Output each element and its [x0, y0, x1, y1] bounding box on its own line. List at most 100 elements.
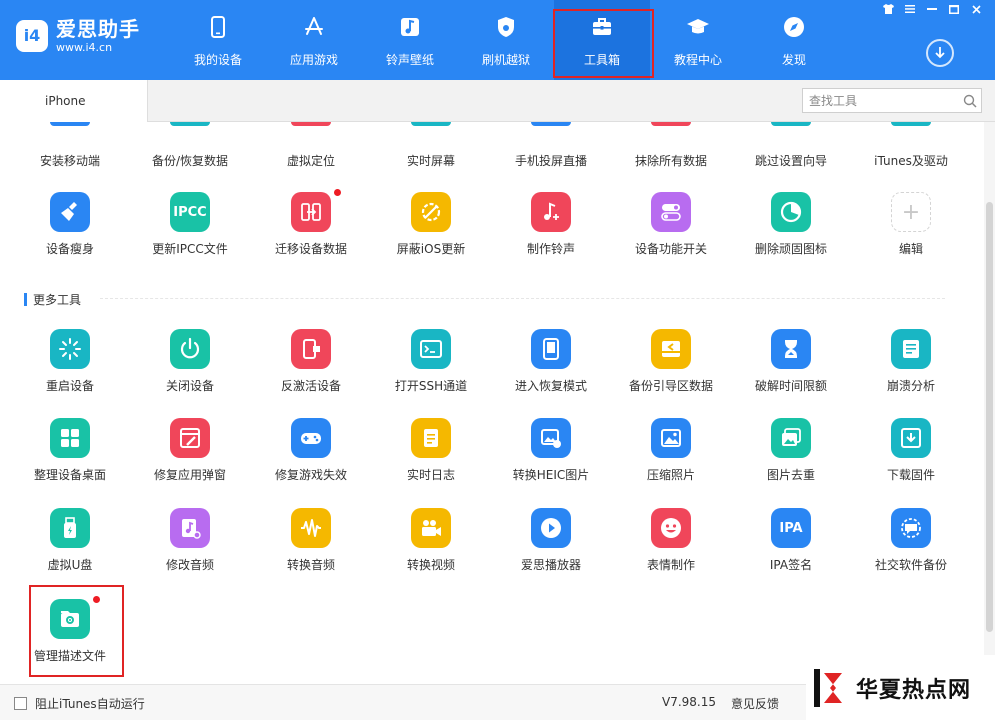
tool-log[interactable]: 实时日志: [371, 418, 491, 488]
tool-terminal[interactable]: 打开SSH通道: [371, 329, 491, 399]
watermark: 华夏热点网: [806, 655, 995, 720]
maximize-icon[interactable]: [945, 2, 963, 16]
tool-label: 安装移动端: [39, 154, 100, 168]
nav-my-device[interactable]: 我的设备: [170, 0, 266, 80]
tool-recovery[interactable]: 进入恢复模式: [491, 329, 611, 399]
tool-label: 转换视频: [406, 558, 455, 572]
tool-label: 社交软件备份: [874, 558, 947, 572]
tool-partial[interactable]: 实时屏幕: [371, 122, 491, 194]
minimize-icon[interactable]: [923, 2, 941, 16]
watermark-text: 华夏热点网: [856, 676, 972, 703]
search-input[interactable]: [803, 89, 959, 112]
tool-ipa[interactable]: IPA IPA签名: [731, 508, 851, 578]
tool-label: iTunes及驱动: [874, 154, 948, 168]
tool-label: 压缩照片: [646, 468, 695, 482]
tool-label: 转换HEIC图片: [512, 468, 590, 482]
tool-partial[interactable]: 跳过设置向导: [731, 122, 851, 194]
nav-apps-games[interactable]: 应用游戏: [266, 0, 362, 80]
tool-label: 打开SSH通道: [394, 379, 468, 393]
tool-grid[interactable]: 整理设备桌面: [10, 418, 130, 488]
tool-transfer[interactable]: 迁移设备数据: [251, 188, 371, 262]
tab-iphone[interactable]: iPhone: [0, 80, 148, 122]
tool-waveform[interactable]: 转换音频: [251, 508, 371, 578]
tool-deactivate[interactable]: 反激活设备: [251, 329, 371, 399]
tool-add[interactable]: + 编辑: [851, 192, 971, 262]
block-itunes-checkbox[interactable]: [14, 697, 27, 710]
nav-ringtones[interactable]: 铃声壁纸: [362, 0, 458, 80]
tool-label: 表情制作: [646, 558, 695, 572]
tool-chat-backup[interactable]: 社交软件备份: [851, 508, 971, 578]
tool-partial[interactable]: 虚拟定位: [251, 122, 371, 194]
tool-video[interactable]: 转换视频: [371, 508, 491, 578]
compass-icon: [782, 15, 806, 39]
tool-label: 下载固件: [886, 468, 935, 482]
tool-power[interactable]: 关闭设备: [130, 329, 250, 399]
usb-drive-icon: [50, 508, 90, 548]
tool-partial[interactable]: 备份/恢复数据: [130, 122, 250, 194]
tool-pie[interactable]: 删除顽固图标: [731, 192, 851, 262]
download-manager-icon[interactable]: [926, 39, 954, 67]
tool-block-update[interactable]: 屏蔽iOS更新: [371, 192, 491, 262]
phone-icon: [206, 15, 230, 39]
tool-icon-clipped: [771, 122, 811, 126]
tool-repair[interactable]: 修复应用弹窗: [130, 418, 250, 488]
tool-toggle[interactable]: 设备功能开关: [611, 192, 731, 262]
tool-label: 爱思播放器: [520, 558, 581, 572]
tool-label: 抹除所有数据: [634, 154, 707, 168]
tool-emoji[interactable]: 表情制作: [611, 508, 731, 578]
window-controls: [879, 2, 985, 16]
tool-crash-report[interactable]: 崩溃分析: [851, 329, 971, 399]
block-itunes-label[interactable]: 阻止iTunes自动运行: [35, 695, 145, 712]
tool-ipcc[interactable]: IPCC 更新IPCC文件: [130, 192, 250, 262]
power-icon: [170, 329, 210, 369]
nav-label: 我的设备: [193, 53, 242, 67]
tool-label: 删除顽固图标: [754, 242, 827, 256]
tool-heic[interactable]: 转换HEIC图片: [491, 418, 611, 488]
tool-partial[interactable]: iTunes及驱动: [851, 122, 971, 194]
tool-label: 关闭设备: [165, 379, 214, 393]
photo-icon: [651, 418, 691, 458]
tool-partial[interactable]: 安装移动端: [10, 122, 130, 194]
tool-label: 整理设备桌面: [33, 468, 106, 482]
tool-usb-drive[interactable]: 虚拟U盘: [10, 508, 130, 578]
tool-firmware-download[interactable]: 下载固件: [851, 418, 971, 488]
tool-label: 实时日志: [406, 468, 455, 482]
tool-dedupe[interactable]: 图片去重: [731, 418, 851, 488]
toggle-icon: [651, 192, 691, 232]
tool-partial[interactable]: 抹除所有数据: [611, 122, 731, 194]
tool-restart[interactable]: 重启设备: [10, 329, 130, 399]
menu-icon[interactable]: [901, 2, 919, 16]
brand-logo[interactable]: i4 爱思助手 www.i4.cn: [16, 17, 140, 54]
search-icon[interactable]: [959, 90, 981, 112]
tool-audio-edit[interactable]: 修改音频: [130, 508, 250, 578]
tool-broom[interactable]: 设备瘦身: [10, 192, 130, 262]
tool-label: 修复游戏失效: [274, 468, 347, 482]
tool-gamepad[interactable]: 修复游戏失效: [251, 418, 371, 488]
graduation-cap-icon: [686, 15, 710, 39]
tool-partial[interactable]: 手机投屏直播: [491, 122, 611, 194]
tool-label: 迁移设备数据: [274, 242, 347, 256]
profile-tool-highlight-box: [29, 585, 124, 677]
content-scrollbar[interactable]: [984, 122, 995, 684]
close-icon[interactable]: [967, 2, 985, 16]
tool-play[interactable]: 爱思播放器: [491, 508, 611, 578]
tool-photo[interactable]: 压缩照片: [611, 418, 731, 488]
audio-edit-icon: [170, 508, 210, 548]
nav-flash-jailbreak[interactable]: 刷机越狱: [458, 0, 554, 80]
feedback-link[interactable]: 意见反馈: [731, 695, 779, 712]
tool-backup-boot[interactable]: 备份引导区数据: [611, 329, 731, 399]
skin-icon[interactable]: [879, 2, 897, 16]
app-store-icon: [302, 15, 326, 39]
tool-hourglass[interactable]: 破解时间限额: [731, 329, 851, 399]
tool-label: 反激活设备: [280, 379, 341, 393]
scrollbar-thumb[interactable]: [986, 202, 993, 632]
recovery-icon: [531, 329, 571, 369]
tool-label: 编辑: [898, 242, 923, 256]
section-divider: [100, 298, 945, 299]
nav-discover[interactable]: 发现: [746, 0, 842, 80]
nav-tutorials[interactable]: 教程中心: [650, 0, 746, 80]
section-marker: [24, 292, 27, 306]
tool-label: 进入恢复模式: [514, 379, 587, 393]
section-title: 更多工具: [33, 292, 82, 307]
tool-ringtone[interactable]: 制作铃声: [491, 192, 611, 262]
